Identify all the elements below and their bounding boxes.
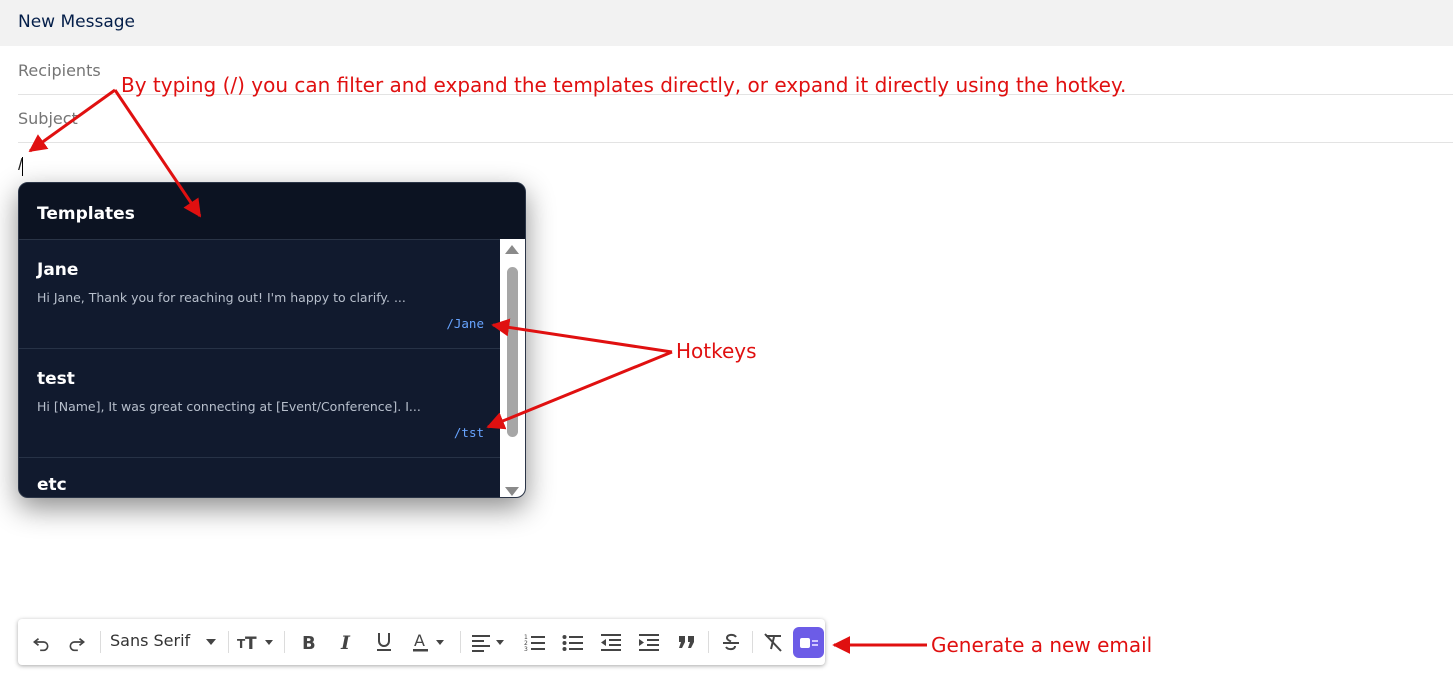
subject-field[interactable]: Subject (18, 109, 78, 128)
align-icon[interactable] (468, 627, 512, 657)
template-preview: Hi [Name], It was great connecting at [E… (37, 399, 421, 414)
templates-popup-title: Templates (37, 204, 135, 224)
font-size-icon[interactable]: TT (236, 627, 278, 657)
font-family-select[interactable]: Sans Serif (110, 631, 190, 650)
redo-icon[interactable] (64, 627, 90, 657)
subject-divider (18, 142, 1453, 143)
indent-more-icon[interactable] (636, 627, 662, 657)
toolbar-separator (752, 631, 753, 653)
compose-title: New Message (18, 12, 135, 32)
toolbar-separator (460, 631, 461, 653)
template-preview: Hi Jane, Thank you for reaching out! I'm… (37, 290, 406, 305)
compose-header: New Message (0, 0, 1453, 46)
bold-icon[interactable]: B (296, 627, 320, 657)
templates-popup: Templates Jane Hi Jane, Thank you for re… (18, 182, 526, 498)
template-name: etc (37, 475, 67, 495)
toolbar-separator (100, 631, 101, 653)
indent-less-icon[interactable] (598, 627, 624, 657)
strikethrough-icon[interactable] (718, 627, 744, 657)
annotation-hotkeys: Hotkeys (676, 339, 757, 363)
templates-popup-header: Templates (19, 183, 525, 240)
svg-text:T: T (245, 634, 257, 652)
undo-icon[interactable] (28, 627, 54, 657)
underline-icon[interactable] (372, 627, 396, 657)
svg-text:I: I (340, 632, 351, 652)
generate-email-button[interactable] (793, 627, 824, 658)
scroll-up-arrow-icon[interactable] (505, 245, 519, 254)
template-item-test[interactable]: test Hi [Name], It was great connecting … (19, 349, 500, 458)
scrollbar-thumb[interactable] (507, 267, 518, 437)
numbered-list-icon[interactable]: 123 (522, 627, 548, 657)
bulleted-list-icon[interactable] (560, 627, 586, 657)
toolbar-separator (284, 631, 285, 653)
scroll-down-arrow-icon[interactable] (505, 487, 519, 496)
template-name: Jane (37, 260, 79, 280)
template-hotkey: /tst (453, 425, 484, 440)
annotation-generate: Generate a new email (931, 633, 1153, 657)
svg-text:3: 3 (524, 646, 528, 652)
svg-text:A: A (414, 631, 425, 650)
font-dropdown-chevron-icon[interactable] (204, 627, 218, 657)
template-name: test (37, 369, 75, 389)
toolbar-separator (708, 631, 709, 653)
italic-icon[interactable]: I (334, 627, 358, 657)
text-color-icon[interactable]: A (408, 627, 452, 657)
toolbar-separator (228, 631, 229, 653)
recipients-field[interactable]: Recipients (18, 61, 101, 80)
generate-email-icon (799, 637, 818, 648)
template-item-etc[interactable]: etc (19, 458, 500, 497)
annotation-filter-hint: By typing (/) you can filter and expand … (121, 73, 1127, 97)
template-item-jane[interactable]: Jane Hi Jane, Thank you for reaching out… (19, 240, 500, 349)
remove-formatting-icon[interactable] (760, 627, 786, 657)
svg-text:B: B (302, 633, 316, 652)
template-hotkey: /Jane (446, 316, 484, 331)
text-caret (22, 157, 23, 176)
quote-icon[interactable] (674, 627, 700, 657)
formatting-toolbar: Sans Serif TT B I A 123 (18, 619, 825, 665)
